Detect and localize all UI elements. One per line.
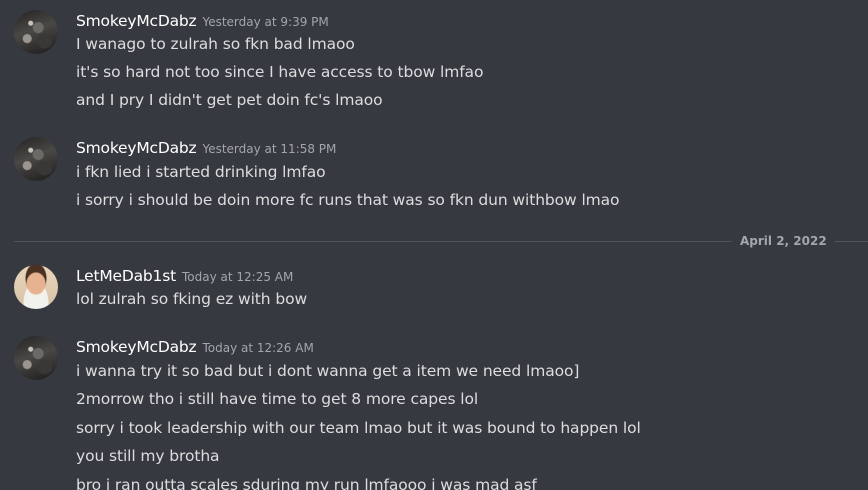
message-line: sorry i took leadership with our team lm… <box>76 419 641 437</box>
message-line: 2morrow tho i still have time to get 8 m… <box>76 390 479 408</box>
message-header: SmokeyMcDabz Yesterday at 11:58 PM <box>76 137 336 159</box>
timestamp: Today at 12:25 AM <box>181 270 294 284</box>
timestamp: Yesterday at 11:58 PM <box>202 142 337 156</box>
timestamp: Yesterday at 9:39 PM <box>202 15 329 29</box>
message-header: SmokeyMcDabz Yesterday at 9:39 PM <box>76 10 329 32</box>
avatar[interactable] <box>14 137 58 181</box>
message-line: lol zulrah so fking ez with bow <box>76 290 308 308</box>
username[interactable]: SmokeyMcDabz <box>76 338 197 356</box>
message-line: bro i ran outta scales sduring my run lm… <box>76 476 537 490</box>
message-line: i fkn lied i started drinking lmfao <box>76 163 326 181</box>
username[interactable]: LetMeDab1st <box>76 267 176 285</box>
username[interactable]: SmokeyMcDabz <box>76 12 197 30</box>
message-header: LetMeDab1st Today at 12:25 AM <box>76 265 293 287</box>
avatar[interactable] <box>14 10 58 54</box>
message-line: I wanago to zulrah so fkn bad lmaoo <box>76 35 355 53</box>
username[interactable]: SmokeyMcDabz <box>76 139 197 157</box>
message-line: and I pry I didn't get pet doin fc's lma… <box>76 91 383 109</box>
avatar[interactable] <box>14 336 58 380</box>
chat-message-list: SmokeyMcDabz Yesterday at 9:39 PM I wanag… <box>0 0 868 490</box>
timestamp: Today at 12:26 AM <box>202 341 314 355</box>
message-line: i wanna try it so bad but i dont wanna g… <box>76 362 580 380</box>
message-line: i sorry i should be doin more fc runs th… <box>76 191 620 209</box>
message-line: you still my brotha <box>76 447 220 465</box>
message-line: it's so hard not too since I have access… <box>76 63 484 81</box>
date-divider-label: April 2, 2022 <box>732 233 835 249</box>
avatar[interactable] <box>14 265 58 309</box>
message-header: SmokeyMcDabz Today at 12:26 AM <box>76 336 314 358</box>
